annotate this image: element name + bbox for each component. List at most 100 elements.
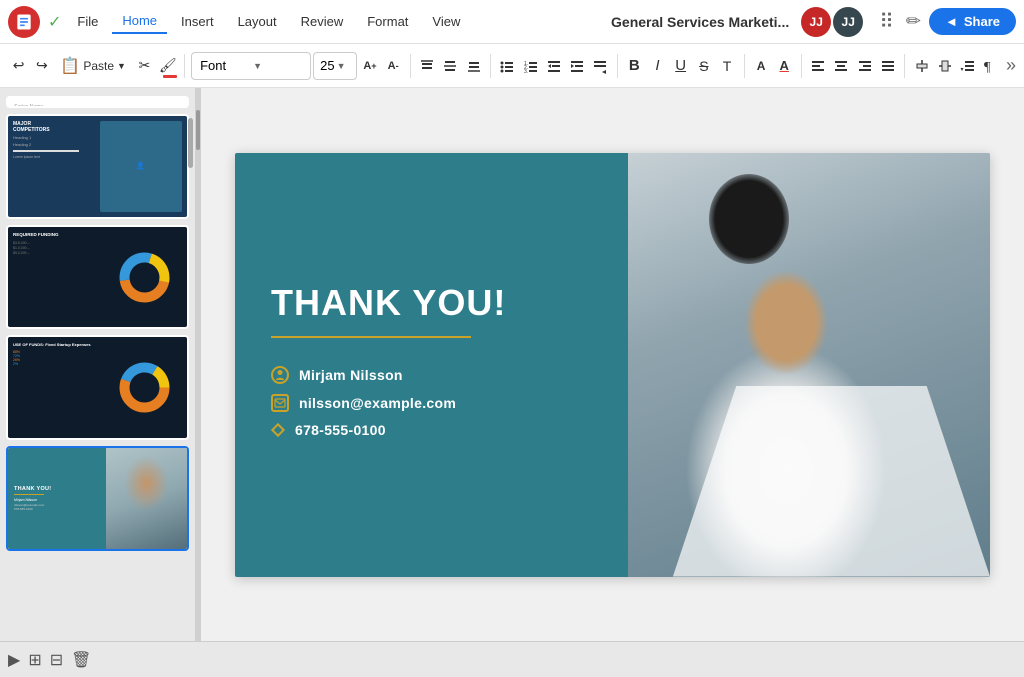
paste-label: Paste: [83, 59, 114, 73]
undo-button[interactable]: ↩: [8, 52, 29, 80]
increase-font-button[interactable]: A+: [359, 52, 380, 80]
text-align-right-button[interactable]: [854, 52, 875, 80]
paint-format-button[interactable]: 🖌: [157, 52, 178, 80]
email-icon: [271, 394, 289, 412]
font-size-selector[interactable]: 25 ▼: [313, 52, 357, 80]
grid-view-button[interactable]: ⊟: [50, 650, 63, 670]
vertical-align-button[interactable]: [911, 52, 932, 80]
indent-decrease-button[interactable]: [543, 52, 564, 80]
panel-scroll-thumb[interactable]: [196, 110, 200, 150]
font-name: Font: [200, 58, 249, 73]
slide-thumb-4[interactable]: USE OF FUNDS: Fixed Startup Expenses 88%…: [6, 335, 189, 440]
slide-thumb-1[interactable]: Series Name: [6, 96, 189, 108]
menu-layout[interactable]: Layout: [228, 10, 287, 33]
paste-dropdown-icon: ▼: [117, 61, 126, 71]
menu-bar: ✓ File Home Insert Layout Review Format …: [0, 0, 1024, 44]
font-selector[interactable]: Font ▼: [191, 52, 311, 80]
paste-button[interactable]: 📋 Paste ▼: [54, 52, 132, 80]
avatar-1[interactable]: JJ: [801, 7, 831, 37]
main-layout: Series Name MAJORCOMPETITORS Heading 1: [0, 88, 1024, 641]
indent-increase-button[interactable]: [567, 52, 588, 80]
strikethrough-button[interactable]: S: [693, 52, 714, 80]
slide-thumb-3[interactable]: REQUIRED FUNDING $3.5,000 – $1.0,000 – $…: [6, 225, 189, 330]
font-size-value: 25: [320, 58, 334, 73]
contact-name: Mirjam Nilsson: [299, 367, 403, 383]
person-icon: [271, 366, 289, 384]
highlight-icon: A: [757, 59, 766, 73]
decrease-font-button[interactable]: A-: [383, 52, 404, 80]
avatar-2[interactable]: JJ: [833, 7, 863, 37]
edit-icon[interactable]: ✏: [906, 11, 921, 32]
numbered-list-button[interactable]: 1.2.3.: [520, 52, 541, 80]
contact-phone-item: 678-555-0100: [271, 422, 592, 438]
share-label: Share: [964, 14, 1000, 29]
share-icon: ◄: [945, 14, 958, 29]
check-icon[interactable]: ✓: [48, 12, 61, 32]
menu-home[interactable]: Home: [112, 9, 167, 34]
cut-button[interactable]: ✂: [134, 52, 155, 80]
app-logo[interactable]: [8, 6, 40, 38]
contact-email: nilsson@example.com: [299, 395, 456, 411]
separator-2: [410, 54, 411, 78]
play-button[interactable]: ▶: [8, 650, 20, 670]
delete-slide-button[interactable]: 🗑: [71, 650, 91, 670]
menu-format[interactable]: Format: [357, 10, 418, 33]
text-align-center-button[interactable]: [831, 52, 852, 80]
align-top-button[interactable]: [417, 52, 438, 80]
contact-name-item: Mirjam Nilsson: [271, 366, 592, 384]
paint-underline: [163, 75, 177, 78]
font-dropdown-icon: ▼: [253, 61, 302, 71]
add-slide-button[interactable]: ⊞: [28, 650, 41, 670]
svg-text:¶: ¶: [984, 60, 991, 74]
avatar-group: JJ JJ: [801, 7, 863, 37]
share-button[interactable]: ◄ Share: [929, 8, 1016, 35]
slide-panel: Series Name MAJORCOMPETITORS Heading 1: [0, 88, 195, 641]
paragraph-style-button[interactable]: ¶: [981, 52, 1002, 80]
contact-email-item: nilsson@example.com: [271, 394, 592, 412]
phone-icon: [271, 423, 285, 437]
redo-button[interactable]: ↪: [31, 52, 52, 80]
slide-content: THANK YOU! Mirjam Nilsson: [235, 153, 628, 577]
vertical-middle-align-button[interactable]: [934, 52, 955, 80]
rtl-button[interactable]: [590, 52, 611, 80]
menu-review[interactable]: Review: [291, 10, 354, 33]
bulleted-list-button[interactable]: [497, 52, 518, 80]
toolbar: ↩ ↪ 📋 Paste ▼ ✂ 🖌 Font ▼ 25 ▼ A+ A- 1.2.…: [0, 44, 1024, 88]
line-spacing-button[interactable]: [958, 52, 979, 80]
bold-button[interactable]: B: [624, 52, 645, 80]
separator-1: [184, 54, 185, 78]
panel-scrollbar[interactable]: [188, 118, 193, 168]
align-middle-button[interactable]: [440, 52, 461, 80]
grid-icon[interactable]: ⠿: [879, 9, 894, 34]
separator-7: [904, 54, 905, 78]
paste-icon: 📋: [60, 56, 80, 76]
text-align-left-button[interactable]: [808, 52, 829, 80]
contact-phone: 678-555-0100: [295, 422, 386, 438]
slide-title: THANK YOU!: [271, 282, 592, 324]
slide-canvas: THANK YOU! Mirjam Nilsson: [235, 153, 990, 577]
gold-divider: [271, 336, 471, 338]
bottom-bar: ▶ ⊞ ⊟ 🗑: [0, 641, 1024, 677]
separator-3: [490, 54, 491, 78]
menu-file[interactable]: File: [67, 10, 108, 33]
italic-button[interactable]: I: [647, 52, 668, 80]
text-style-button[interactable]: T: [716, 52, 737, 80]
svg-text:3.: 3.: [524, 69, 528, 74]
align-bottom-button[interactable]: [463, 52, 484, 80]
paint-icon: 🖌: [159, 57, 177, 74]
slide-thumb-5[interactable]: THANK YOU! Mirjam Nilsson nilsson@exampl…: [6, 446, 189, 551]
slide-thumb-2[interactable]: MAJORCOMPETITORS Heading 1 Heading 2 Lor…: [6, 114, 189, 219]
font-size-dropdown-icon: ▼: [337, 61, 346, 71]
highlight-button[interactable]: A: [750, 52, 771, 80]
underline-button[interactable]: U: [670, 52, 691, 80]
canvas-area: THANK YOU! Mirjam Nilsson: [201, 88, 1024, 641]
separator-4: [617, 54, 618, 78]
more-options-button[interactable]: »: [1006, 55, 1016, 76]
menu-insert[interactable]: Insert: [171, 10, 224, 33]
separator-5: [744, 54, 745, 78]
text-color-button[interactable]: A: [774, 52, 795, 80]
menu-view[interactable]: View: [422, 10, 470, 33]
text-align-justify-button[interactable]: [877, 52, 898, 80]
doc-title: General Services Marketi...: [611, 14, 789, 30]
separator-6: [801, 54, 802, 78]
